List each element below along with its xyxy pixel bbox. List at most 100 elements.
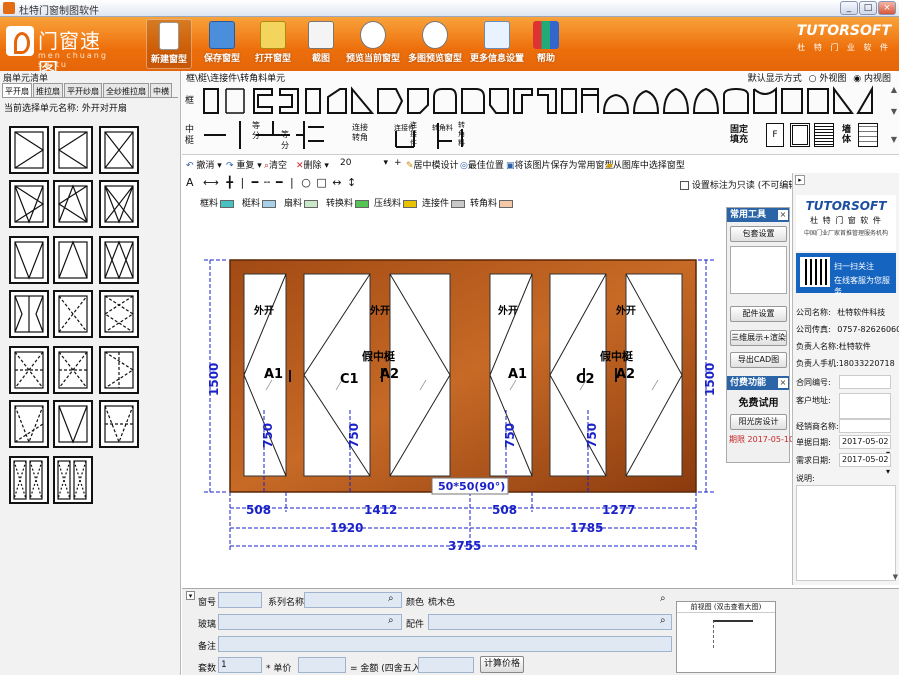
window-drawing[interactable]: 外开 外开 外开 外开 假中梃 假中梃 A1 C1 A2 A1 C2 A2 15… [186,210,726,585]
preview-current-button[interactable]: 预览当前窗型 [344,19,402,69]
open-design-button[interactable]: 打开窗型 [251,19,295,69]
connect-corner-label[interactable]: 连接转角 [352,123,374,143]
profile-spec-label[interactable]: 50*50(90°) [438,480,505,493]
best-position-button[interactable]: ◎最佳位置 [460,158,504,171]
sash-label-2[interactable]: 外开 [369,304,390,317]
rect-tool-icon[interactable]: □ [316,176,326,189]
width-dim-3[interactable]: 508 [492,503,517,517]
sash-label-4[interactable]: 外开 [615,304,636,317]
contract-no-input[interactable] [839,375,891,389]
wall-brick-icon[interactable] [858,123,878,147]
delete-button[interactable]: ✕删除 ▾ [296,158,329,171]
more-settings-button[interactable]: 更多信息设置 [468,19,526,69]
close-icon-2[interactable]: × [778,378,788,388]
sash-label-3[interactable]: 外开 [497,304,518,317]
fill-louver-icon[interactable] [814,123,834,147]
width-total-dim[interactable]: 3755 [448,539,481,553]
width-dim-4[interactable]: 1277 [602,503,635,517]
horizontal-arrow-icon[interactable]: ↔ [332,176,341,189]
height-total-dim[interactable]: 1500 [207,363,221,396]
corner-profile-label-2[interactable]: 转角料 [458,121,466,148]
sash-thumbnails[interactable] [8,125,178,575]
undo-button[interactable]: ↶ 撤消 ▾ [186,158,222,171]
tab-sliding[interactable]: 推拉扇 [33,83,63,97]
panel-code-6[interactable]: A2 [616,367,635,382]
sash-height-dim-2[interactable]: 750 [347,423,361,448]
vertical-arrow-icon[interactable]: ↕ [347,176,356,189]
collapse-icon[interactable]: ▾ [186,591,195,600]
window-no-input[interactable] [218,592,262,608]
scroll-down-arrow-icon-2[interactable]: ▼ [891,135,897,144]
sash-height-dim-4[interactable]: 750 [585,423,599,448]
dealer-name-input[interactable] [839,419,891,433]
search-icon-2[interactable]: ⌕ [660,593,666,604]
vertical-line-icon[interactable]: ╋ [226,176,233,189]
3d-render-button[interactable]: 三维展示+渲染 [730,330,787,346]
wrap-settings-button[interactable]: 包套设置 [730,226,787,242]
vertical-tick-icon[interactable]: | [240,176,244,189]
center-design-button[interactable]: ✎居中模设计 [406,158,459,171]
connector-label[interactable]: 连接件 [394,123,424,133]
equal-divide-label-2[interactable]: 等分 [281,129,295,151]
panel-code-2[interactable]: C1 [340,372,359,387]
circle-tool-icon[interactable]: ○ [301,176,311,189]
redo-button[interactable]: ↷ 重复 ▾ [226,158,262,171]
total-input[interactable] [418,657,474,673]
text-tool[interactable]: A [186,176,194,189]
dimension-arrow-icon[interactable]: ⟷ [203,176,219,189]
sunroom-design-button[interactable]: 阳光房设计 [730,414,787,430]
multi-preview-button[interactable]: 多图预览窗型 [406,19,464,69]
remark-input[interactable] [218,636,672,652]
save-as-common-button[interactable]: ▣将该图片保存为常用窗型 [506,158,614,171]
readonly-checkbox[interactable]: 设置标注为只读 (不可编辑) [680,178,801,191]
panel-code-1[interactable]: A1 [264,367,283,382]
sash-height-dim-1[interactable]: 750 [261,423,275,448]
fake-mullion-label-2[interactable]: 假中梃 [600,349,634,363]
save-design-button[interactable]: 保存窗型 [200,19,244,69]
customer-address-input[interactable] [839,393,891,419]
search-icon-4[interactable]: ⌕ [660,615,666,626]
front-view-preview[interactable]: 前视图 (双击查看大图) [676,601,776,673]
width-dim-1[interactable]: 508 [246,503,271,517]
tab-full-screen-sliding[interactable]: 全纱推拉扇 [103,83,149,97]
need-date-picker[interactable]: 2017-05-02 ▾ [839,453,891,476]
note-textarea[interactable] [796,485,896,581]
maximize-button[interactable]: □ [859,1,877,15]
width-dim-2[interactable]: 1412 [364,503,397,517]
scroll-down-arrow-icon[interactable]: ▼ [891,107,897,116]
size-select[interactable]: 20 ▾ [340,158,388,168]
tab-transom[interactable]: 中横 [150,83,172,97]
export-cad-button[interactable]: 导出CAD图 [730,352,787,368]
fill-double-frame-icon[interactable] [790,123,810,147]
screenshot-button[interactable]: 截图 [304,19,338,69]
dash-line-icon[interactable]: ━ [252,176,259,189]
close-icon[interactable]: × [778,210,788,220]
scroll-down-arrow-icon[interactable]: ▼ [893,573,898,581]
panel-code-5[interactable]: C2 [576,372,595,387]
fill-f-button[interactable]: F [766,123,784,147]
qr-banner[interactable]: 扫一扫关注 在线客服为您服务 [796,253,896,296]
connector-label-2[interactable]: 连接件 [410,121,418,148]
sash-label-1[interactable]: 外开 [253,304,274,317]
close-button[interactable]: × [878,1,896,15]
plus-button[interactable]: + [394,158,402,168]
free-trial-link[interactable]: 免费试用 [730,394,787,409]
short-dash-icon[interactable]: ╌ [264,176,271,189]
help-button[interactable]: 帮助 [532,19,560,69]
frame-shape-palette[interactable] [196,83,876,117]
long-line-icon[interactable]: ━ [276,176,283,189]
search-icon-3[interactable]: ⌕ [388,615,394,626]
tab-casement-screen[interactable]: 平开纱扇 [64,83,102,97]
panel-toggle[interactable]: ▸ [795,175,805,185]
fittings-input[interactable] [428,614,672,630]
minimize-button[interactable]: _ [840,1,858,15]
clear-button[interactable]: ⌕清空 [264,158,287,171]
calc-price-button[interactable]: 计算价格 [480,656,524,673]
glass-input[interactable] [218,614,402,630]
width-dim-5[interactable]: 1920 [330,521,363,535]
panel-code-4[interactable]: A1 [508,367,527,382]
design-canvas[interactable]: 外开 外开 外开 外开 假中梃 假中梃 A1 C1 A2 A1 C2 A2 15… [186,210,726,585]
unit-price-input[interactable] [298,657,346,673]
search-icon[interactable]: ⌕ [388,593,394,604]
new-design-button[interactable]: 新建窗型 [146,19,192,69]
